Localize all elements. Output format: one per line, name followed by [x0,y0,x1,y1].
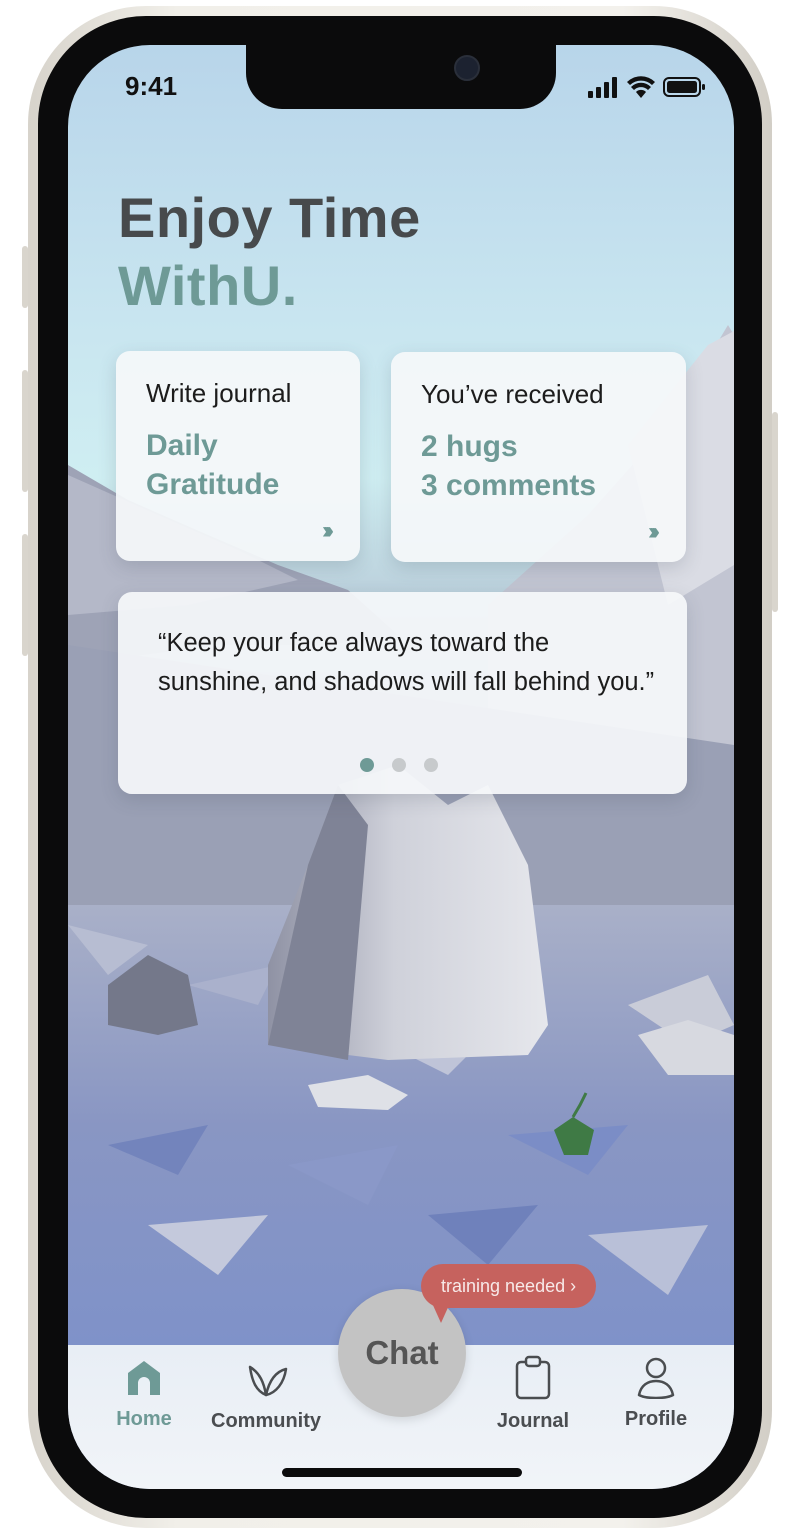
status-time: 9:41 [125,71,178,101]
journal-card[interactable]: Write journal Daily Gratitude ››› [116,351,360,561]
tab-profile[interactable]: Profile [616,1357,696,1431]
signal-icon [588,77,617,98]
home-indicator[interactable] [282,1468,522,1477]
leaf-icon [248,1365,288,1397]
volume-down-button [22,534,28,656]
carousel-dots[interactable] [360,758,456,777]
person-icon [637,1357,675,1400]
journal-card-label: Write journal [146,378,292,408]
volume-up-button [22,370,28,492]
tab-home-label: Home [116,1408,172,1430]
camera-icon [454,55,480,81]
hero-brand: WithU. [118,254,298,317]
clipboard-icon [515,1355,551,1400]
badge-tail [432,1303,450,1323]
home-icon [128,1361,160,1395]
received-card[interactable]: You’ve received 2 hugs 3 comments ››› [391,352,686,562]
received-card-label: You’ve received [421,379,604,409]
action-button [22,246,28,308]
tab-journal-label: Journal [496,1410,570,1432]
tab-community-label: Community [211,1410,321,1432]
received-hugs: 2 hugs [421,430,518,463]
wifi-icon [627,76,655,98]
carousel-dot-1[interactable] [360,758,374,772]
quote-text: “Keep your face always toward the sunshi… [158,629,655,696]
journal-prompt-line1: Daily [146,429,218,462]
chevrons-right-icon[interactable]: ››› [648,518,660,546]
tab-community[interactable]: Community [208,1359,324,1433]
status-icons [588,75,708,106]
training-needed-badge[interactable]: training needed › [421,1264,597,1308]
carousel-dot-3[interactable] [424,758,438,772]
power-button [772,412,778,612]
battery-icon [663,77,705,97]
tab-journal[interactable]: Journal [489,1355,577,1433]
tab-profile-label: Profile [624,1408,688,1430]
carousel-dot-2[interactable] [392,758,406,772]
notch [246,45,556,109]
tab-home[interactable]: Home [104,1357,184,1431]
chevrons-right-icon[interactable]: ››› [322,517,334,545]
journal-prompt-line2: Gratitude [146,468,280,501]
received-comments: 3 comments [421,469,597,502]
quote-card[interactable]: “Keep your face always toward the sunshi… [118,592,687,794]
app-screen: 9:41 Enjoy Time WithU. Write journal Dai… [68,45,734,1489]
hero-title: Enjoy Time [118,186,421,249]
